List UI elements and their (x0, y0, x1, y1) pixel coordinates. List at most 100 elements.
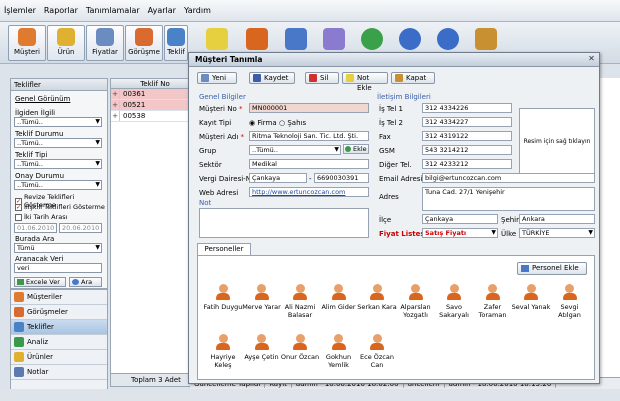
personnel-item[interactable]: Sevgi Atılgan (549, 284, 591, 319)
menu-islemler[interactable]: İşlemler (4, 6, 36, 15)
group-label: Grup (199, 147, 217, 155)
help-icon[interactable] (437, 28, 459, 50)
personnel-item[interactable]: Alim Gider (318, 284, 360, 311)
nav-item-label: Görüşmeler (27, 308, 68, 316)
menu-tanimlamalar[interactable]: Tanımlamalar (86, 6, 140, 15)
personnel-item[interactable]: Ali Nazmi Balasar (279, 284, 321, 319)
responsible-label: İlgiden İlgili (15, 109, 56, 117)
personnel-item[interactable]: Fatih Duygu (202, 284, 244, 311)
phone1-field[interactable]: 312 4334226 (422, 103, 512, 113)
nav-item-products[interactable]: Ürünler (11, 350, 107, 365)
table-row[interactable]: +00521 (111, 100, 199, 111)
personnel-item[interactable]: Onur Özcan (279, 334, 321, 361)
expand-icon[interactable]: + (111, 89, 120, 99)
personnel-item[interactable]: Zafer Toraman (472, 284, 514, 319)
tax-no-field[interactable]: 6690030391 (314, 173, 369, 183)
nav-item-label: Ürünler (27, 353, 54, 361)
personnel-item[interactable]: Gokhun Yemlik (318, 334, 360, 369)
search-button[interactable]: Ara (69, 277, 102, 287)
menu-raporlar[interactable]: Raporlar (44, 6, 78, 15)
customers-button[interactable]: Müşteri (8, 25, 46, 61)
other-phone-field[interactable]: 312 4233212 (422, 159, 512, 169)
close-icon[interactable]: ✕ (587, 55, 596, 64)
personnel-item[interactable]: Seval Yanak (510, 284, 552, 311)
approve-icon[interactable] (285, 28, 307, 50)
nav-item-analysis[interactable]: Analiz (11, 335, 107, 350)
menu-yardim[interactable]: Yardım (184, 6, 211, 15)
customer-no-field[interactable]: MN000001 (249, 103, 369, 113)
personnel-item[interactable]: Merve Yarar (241, 284, 283, 311)
address-label: Adres (379, 193, 399, 201)
address-field[interactable]: Tuna Cad. 27/1 Yenişehir (422, 187, 595, 211)
info-icon[interactable] (399, 28, 421, 50)
phone2-field[interactable]: 312 4334227 (422, 117, 512, 127)
city-field[interactable]: Ankara (519, 214, 595, 224)
column-header-offer-no[interactable]: Teklif No (111, 79, 199, 89)
menu-ayarlar[interactable]: Ayarlar (148, 6, 176, 15)
excel-export-button[interactable]: Excele Ver (14, 277, 66, 287)
contacts-icon[interactable] (246, 28, 268, 50)
country-select[interactable]: TÜRKİYE ▼ (519, 228, 595, 238)
globe-icon[interactable] (361, 28, 383, 50)
personnel-name: Seval Yanak (511, 303, 551, 311)
nav-item-notes[interactable]: Notlar (11, 365, 107, 380)
customer-name-field[interactable]: Ritma Teknoloji San. Tic. Ltd. Şti. (249, 131, 369, 141)
offer-type-select[interactable]: ..Tümü.. ▼ (14, 159, 102, 169)
general-view-link[interactable]: Genel Görünüm (15, 95, 70, 103)
note-label: Not (199, 199, 212, 207)
add-personnel-button[interactable]: Personel Ekle (517, 262, 587, 275)
sector-field[interactable]: Medikal (249, 159, 369, 169)
related-checkbox[interactable]: ✓ İlişkili Teklifleri Gösterme (15, 203, 105, 211)
tax-office-field[interactable]: Çankaya (249, 173, 307, 183)
date-to-field[interactable]: 20.06.2010 (59, 223, 102, 233)
offer-status-select[interactable]: ..Tümü.. ▼ (14, 138, 102, 148)
meeting-button[interactable]: Görüşme (125, 25, 163, 61)
personnel-item[interactable]: Savo Sakaryalı (433, 284, 475, 319)
date-range-checkbox[interactable]: İki Tarih Arası (15, 213, 67, 221)
personnel-item[interactable]: Alparslan Yozgatlı (395, 284, 437, 319)
nav-item-customers[interactable]: Müşteriler (11, 290, 107, 305)
expand-icon[interactable]: + (111, 100, 120, 110)
note-icon[interactable] (206, 28, 228, 50)
group-select[interactable]: ..Tümü.. ▼ (249, 145, 341, 155)
table-row[interactable]: +00538 (111, 111, 199, 122)
personnel-item[interactable]: Ayşe Çetin (241, 334, 283, 361)
email-field[interactable]: bilgi@ertuncozcan.com (422, 173, 595, 183)
offer-button[interactable]: Teklif (164, 25, 188, 61)
prices-button[interactable]: Fiyatlar (86, 25, 124, 61)
gsm-field[interactable]: 543 3214212 (422, 145, 512, 155)
add-note-button[interactable]: Not Ekle (342, 72, 388, 92)
group-add-button[interactable]: Ekle (343, 144, 369, 154)
expand-icon[interactable]: + (111, 111, 120, 121)
record-type-company-radio[interactable]: ◉ Firma (249, 119, 277, 127)
tab-personnel[interactable]: Personeller [15] (197, 243, 251, 264)
responsible-select[interactable]: ..Tümü.. ▼ (14, 117, 102, 127)
nav-item-meetings[interactable]: Görüşmeler (11, 305, 107, 320)
record-type-person-radio[interactable]: ○ Şahıs (279, 119, 306, 127)
personnel-item[interactable]: Hayriye Keleş (202, 334, 244, 369)
fax-field[interactable]: 312 4319122 (422, 131, 512, 141)
product-button[interactable]: Ürün (47, 25, 85, 61)
pricelist-select[interactable]: Satış Fiyatı ▼ (422, 228, 498, 238)
nav-item-offers[interactable]: Teklifler (11, 320, 107, 335)
table-row[interactable]: +00361 (111, 89, 199, 100)
note-textarea[interactable] (199, 208, 369, 238)
district-field[interactable]: Çankaya (422, 214, 498, 224)
personnel-item[interactable]: Serkan Kara (356, 284, 398, 311)
settings-icon[interactable] (323, 28, 345, 50)
search-text-input[interactable]: veri (14, 263, 102, 273)
approval-select[interactable]: ..Tümü.. ▼ (14, 180, 102, 190)
person-icon (411, 284, 420, 293)
close-button[interactable]: Kapat (391, 72, 435, 84)
web-field[interactable]: http://www.ertuncozcan.com (249, 187, 369, 197)
picture-box[interactable]: Resim için sağ tıklayın (519, 108, 595, 174)
exit-icon[interactable] (475, 28, 497, 50)
person-body-icon (331, 343, 346, 350)
date-from-field[interactable]: 01.06.2010 (14, 223, 57, 233)
save-button[interactable]: Kaydet (249, 72, 295, 84)
new-button[interactable]: Yeni (197, 72, 237, 84)
personnel-item[interactable]: Ece Özcan Can (356, 334, 398, 369)
delete-button[interactable]: Sil (305, 72, 339, 84)
search-in-select[interactable]: Tümü ▼ (14, 243, 102, 253)
person-icon (295, 284, 305, 293)
